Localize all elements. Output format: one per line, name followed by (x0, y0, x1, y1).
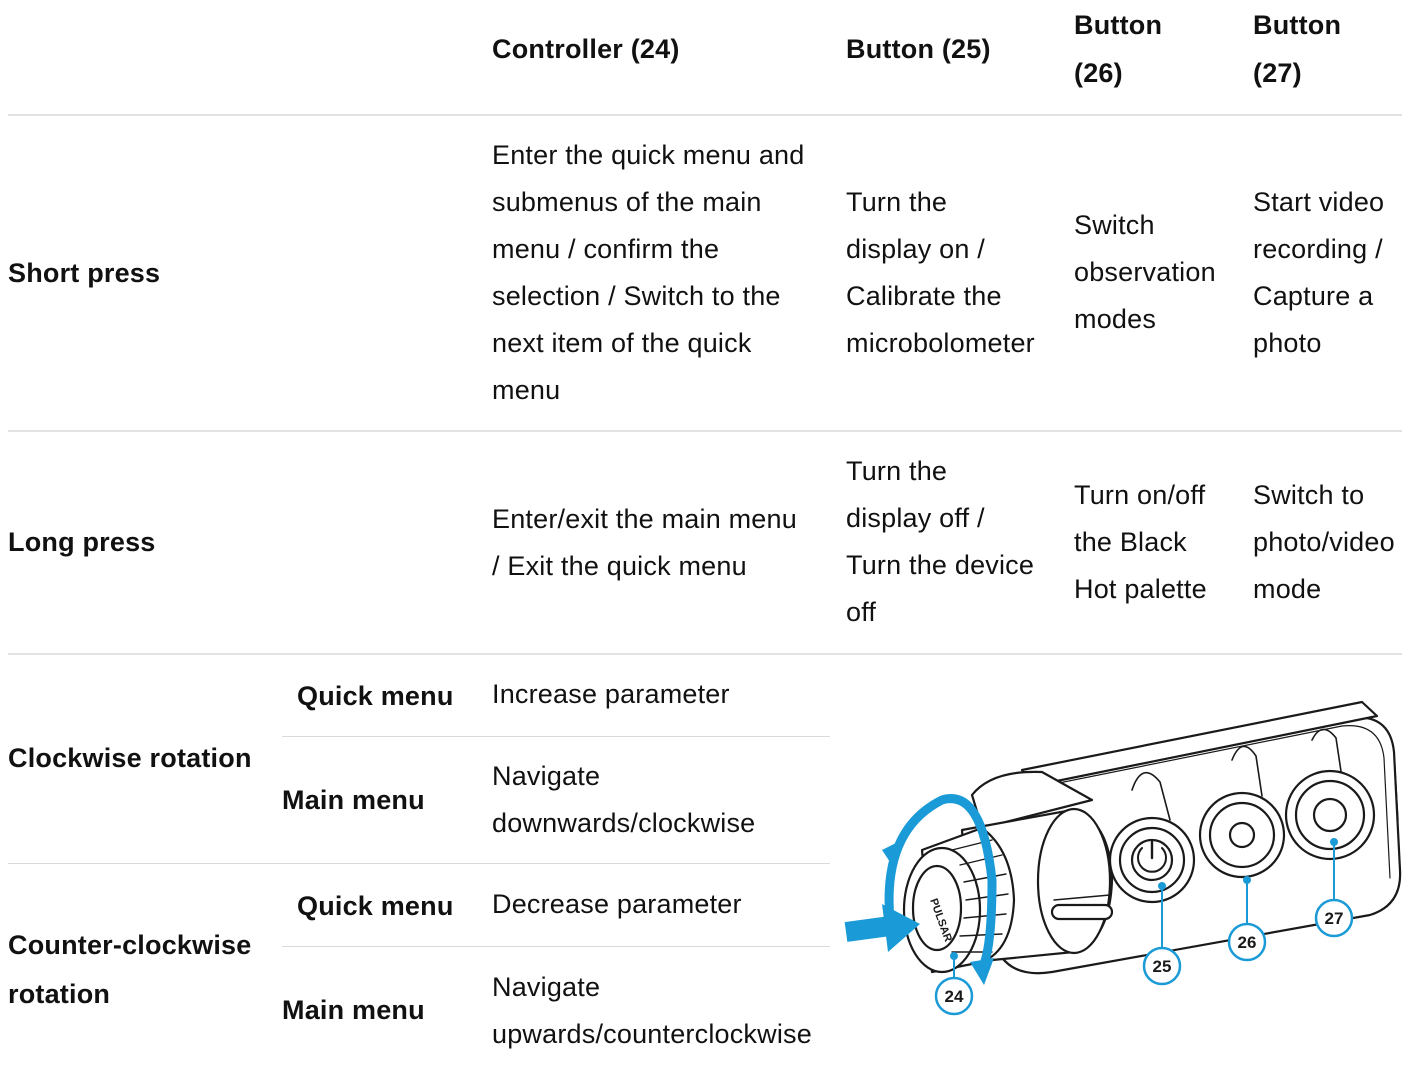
row-label-counter-clockwise-line1: Counter-clockwise (8, 930, 252, 960)
text-line: Hot palette (1074, 574, 1207, 604)
text-line: menu (492, 375, 561, 405)
text-line: off (846, 597, 877, 627)
text-line: Capture a (1253, 281, 1374, 311)
header-button-25: Button (25) (846, 34, 991, 64)
text-line: Turn the device (846, 550, 1035, 580)
text-line: Switch (1074, 210, 1155, 240)
text-line: / Exit the quick menu (492, 551, 747, 581)
text-line: upwards/counterclockwise (492, 1019, 812, 1049)
text-line: Turn on/off (1074, 480, 1206, 510)
text-line: next item of the quick (492, 328, 752, 358)
text-line: Navigate (492, 972, 601, 1002)
text-line: Navigate (492, 761, 601, 791)
clockwise-quick-menu-action: Increase parameter (492, 679, 730, 709)
row-divider (8, 430, 1402, 432)
clockwise-quick-menu-label: Quick menu (297, 681, 454, 711)
callout-26: 26 (1238, 933, 1257, 952)
counterclockwise-quick-menu-label: Quick menu (297, 891, 454, 921)
header-button-26-line2: (26) (1074, 58, 1123, 88)
text-line: display on / (846, 234, 985, 264)
text-line: recording / (1253, 234, 1383, 264)
row-label-counter-clockwise-line2: rotation (8, 979, 111, 1009)
device-controls-illustration: PULSAR 24 25 26 27 (844, 700, 1402, 1016)
header-divider (8, 114, 1402, 116)
text-line: photo (1253, 328, 1322, 358)
text-line: selection / Switch to the (492, 281, 781, 311)
text-line: Start video (1253, 187, 1385, 217)
callout-24: 24 (945, 987, 964, 1006)
text-line: Enter/exit the main menu (492, 504, 797, 534)
text-line: observation (1074, 257, 1216, 287)
text-line: downwards/clockwise (492, 808, 756, 838)
text-line: display off / (846, 503, 985, 533)
sub-row-divider (282, 736, 830, 737)
header-button-26-line1: Button (1074, 10, 1163, 40)
clockwise-main-menu-label: Main menu (282, 785, 425, 815)
row-label-long-press: Long press (8, 527, 156, 557)
text-line: Enter the quick menu and (492, 140, 805, 170)
sub-row-divider (282, 946, 830, 947)
counterclockwise-quick-menu-action: Decrease parameter (492, 889, 742, 919)
text-line: the Black (1074, 527, 1187, 557)
header-button-27-line1: Button (1253, 10, 1342, 40)
callout-27: 27 (1325, 909, 1344, 928)
row-label-clockwise-rotation: Clockwise rotation (8, 743, 252, 773)
text-line: mode (1253, 574, 1322, 604)
header-controller-24: Controller (24) (492, 34, 680, 64)
text-line: microbolometer (846, 328, 1035, 358)
text-line: submenus of the main (492, 187, 762, 217)
text-line: Turn the (846, 456, 948, 486)
text-line: modes (1074, 304, 1157, 334)
row-divider (8, 653, 1402, 655)
counterclockwise-main-menu-label: Main menu (282, 995, 425, 1025)
text-line: photo/video (1253, 527, 1395, 557)
row-divider (8, 863, 830, 864)
header-button-27-line2: (27) (1253, 58, 1302, 88)
text-line: Switch to (1253, 480, 1365, 510)
row-label-short-press: Short press (8, 258, 161, 288)
text-line: menu / confirm the (492, 234, 720, 264)
text-line: Turn the (846, 187, 948, 217)
text-line: Calibrate the (846, 281, 1002, 311)
callout-25: 25 (1153, 957, 1172, 976)
